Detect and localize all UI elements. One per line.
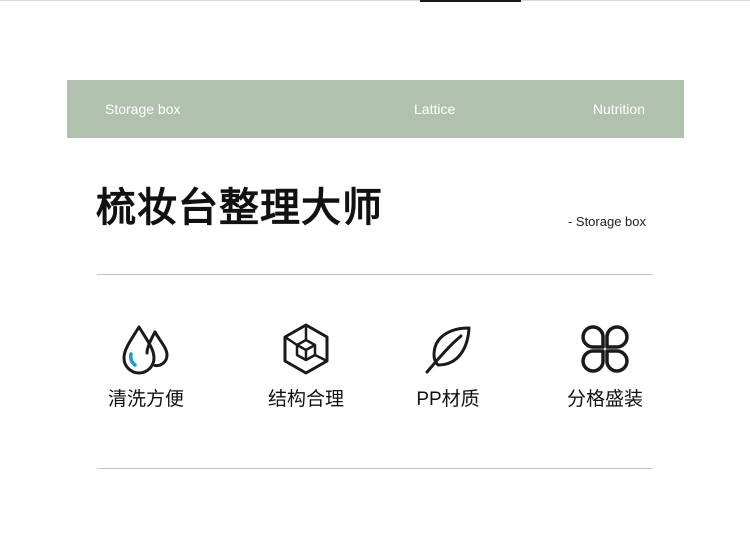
banner-center-text: Lattice [414, 101, 456, 117]
water-drops-icon [122, 325, 169, 375]
divider-top [97, 274, 653, 275]
feature-structure: 结构合理 [246, 322, 366, 412]
banner-left-text: Storage box [105, 101, 181, 117]
page-title: 梳妆台整理大师 [96, 186, 383, 230]
cube-structure-icon [283, 323, 329, 375]
feature-compartments: 分格盛装 [545, 322, 665, 412]
divider-bottom [97, 468, 653, 469]
page-subtitle: - Storage box [567, 214, 646, 229]
feature-label: 清洗方便 [107, 389, 184, 410]
top-tab-indicator [420, 0, 521, 2]
banner-right-text: Nutrition [592, 101, 645, 117]
feature-label: 分格盛装 [566, 389, 643, 410]
leaf-icon [425, 326, 471, 374]
four-petal-grid-icon [581, 325, 629, 373]
feature-easy-clean: 清洗方便 [86, 322, 206, 412]
feature-pp-material: PP材质 [388, 322, 508, 412]
header-banner: Storage box Lattice Nutrition [67, 80, 684, 138]
feature-label: PP材质 [416, 389, 480, 410]
top-border-line [0, 0, 750, 1]
feature-label: 结构合理 [267, 389, 344, 410]
